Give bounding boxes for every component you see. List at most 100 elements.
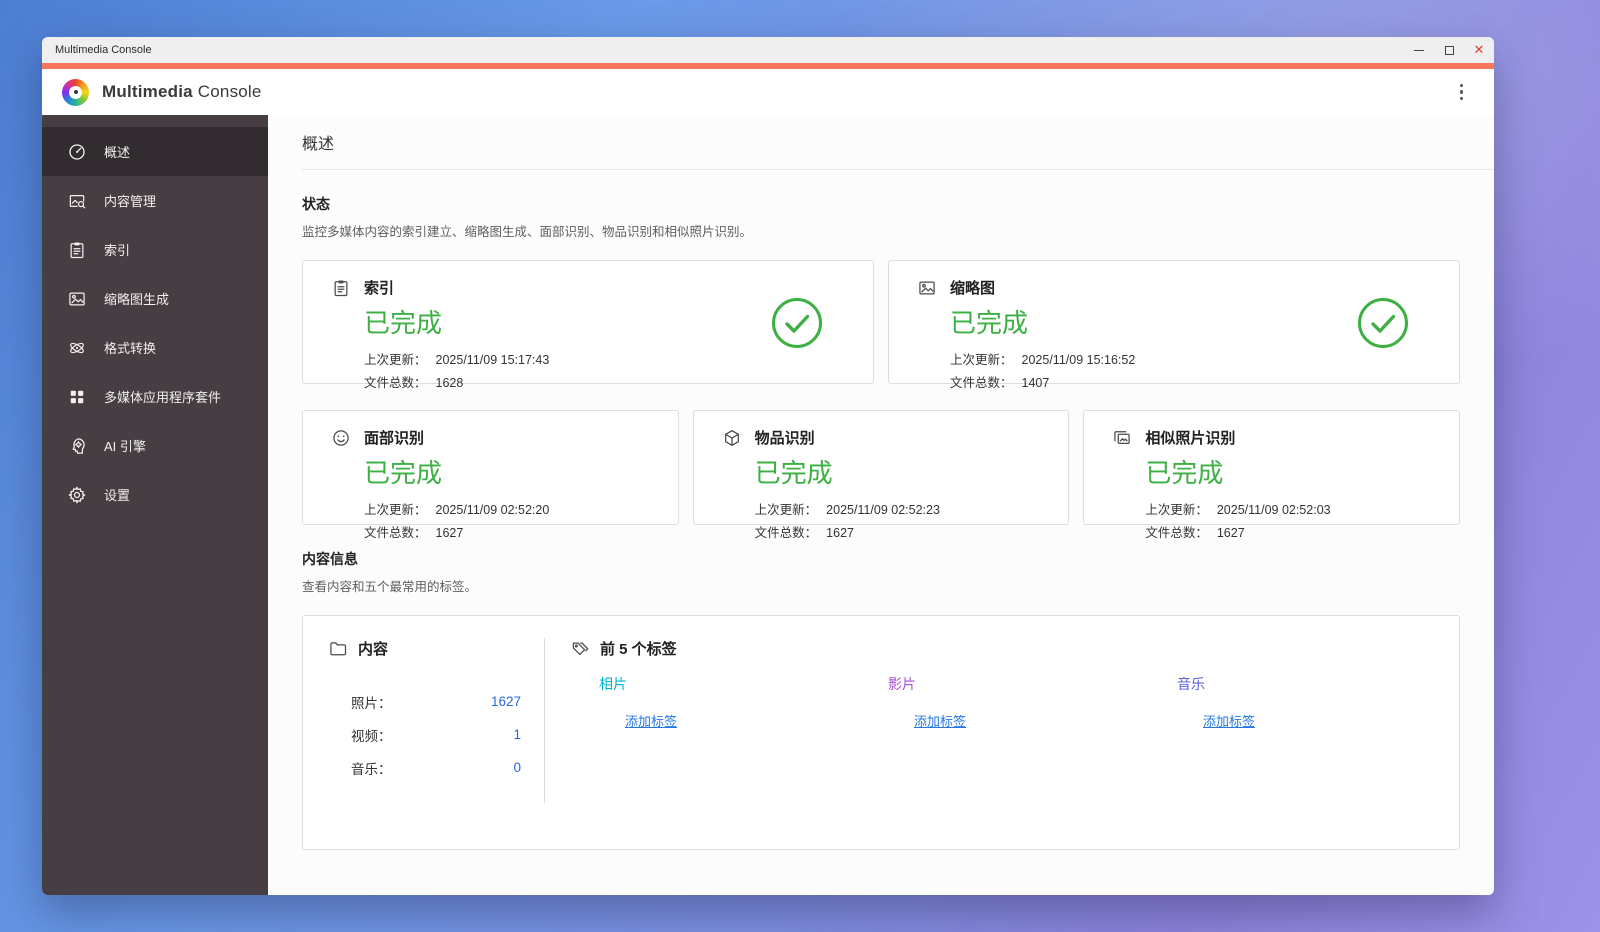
tag-column-photos: 相片 添加标签 [599, 674, 888, 731]
status-cards-row-1: 索引 已完成 上次更新：2025/11/09 15:17:43 文件总数：162… [302, 260, 1460, 384]
window-controls: ✕ [1404, 37, 1494, 63]
card-status: 已完成 [1145, 453, 1330, 490]
card-updated: 上次更新：2025/11/09 15:17:43 [364, 349, 549, 368]
card-status: 已完成 [364, 303, 549, 340]
status-card-thumbnail: 缩略图 已完成 上次更新：2025/11/09 15:16:52 文件总数：14… [888, 260, 1460, 384]
main-content: 概述 状态 监控多媒体内容的索引建立、缩略图生成、面部识别、物品识别和相似照片识… [268, 115, 1494, 895]
gauge-icon [67, 142, 87, 162]
sidebar-item-thumbnail-generation[interactable]: 缩略图生成 [42, 274, 268, 323]
page-title: 概述 [302, 115, 1460, 154]
tags-panel-title: 前 5 个标签 [600, 638, 677, 659]
check-circle-icon [771, 297, 823, 349]
sidebar-item-index[interactable]: 索引 [42, 225, 268, 274]
card-title: 索引 [364, 277, 549, 298]
status-cards-row-2: 面部识别 已完成 上次更新：2025/11/09 02:52:20 文件总数：1… [302, 410, 1460, 525]
content-panel-header: 内容 [328, 638, 544, 659]
card-status: 已完成 [364, 453, 549, 490]
count-value: 1 [513, 727, 521, 742]
sidebar-item-ai-engine[interactable]: AI 引擎 [42, 421, 268, 470]
card-updated: 上次更新：2025/11/09 02:52:03 [1145, 499, 1330, 518]
ai-engine-icon [67, 436, 87, 456]
add-tag-link[interactable]: 添加标签 [914, 711, 966, 730]
minimize-icon [1414, 50, 1424, 51]
tag-column-music: 音乐 添加标签 [1177, 674, 1466, 731]
count-row-music: 音乐： 0 [351, 751, 521, 784]
card-title: 缩略图 [950, 277, 1135, 298]
window-title: Multimedia Console [55, 44, 152, 56]
card-file-count: 文件总数：1627 [755, 522, 940, 541]
sidebar-item-transcoding[interactable]: 格式转换 [42, 323, 268, 372]
sidebar-item-label: 多媒体应用程序套件 [104, 387, 221, 406]
add-tag-link[interactable]: 添加标签 [625, 711, 677, 730]
sidebar: 概述 内容管理 索引 [42, 115, 268, 895]
status-section-subtitle: 监控多媒体内容的索引建立、缩略图生成、面部识别、物品识别和相似照片识别。 [302, 221, 1460, 240]
tags-panel-header: 前 5 个标签 [570, 638, 1466, 659]
maximize-button[interactable] [1434, 37, 1464, 63]
sidebar-item-label: 索引 [104, 240, 130, 259]
sidebar-item-label: 格式转换 [104, 338, 156, 357]
content-info-heading: 内容信息 [302, 549, 1460, 569]
content-info-subtitle: 查看内容和五个最常用的标签。 [302, 576, 1460, 595]
header-divider [302, 169, 1494, 170]
status-card-similar-photo-recognition: 相似照片识别 已完成 上次更新：2025/11/09 02:52:03 文件总数… [1083, 410, 1460, 525]
status-card-object-recognition: 物品识别 已完成 上次更新：2025/11/09 02:52:23 文件总数：1… [693, 410, 1070, 525]
window-titlebar: Multimedia Console ✕ [42, 37, 1494, 63]
tag-category-label: 音乐 [1177, 674, 1466, 694]
sidebar-item-settings[interactable]: 设置 [42, 470, 268, 519]
tag-column-videos: 影片 添加标签 [888, 674, 1177, 731]
sidebar-item-multimedia-app-suite[interactable]: 多媒体应用程序套件 [42, 372, 268, 421]
sidebar-item-overview[interactable]: 概述 [42, 127, 268, 176]
tag-columns: 相片 添加标签 影片 添加标签 音乐 添加标签 [599, 674, 1466, 731]
sidebar-item-label: 设置 [104, 485, 130, 504]
multimedia-console-logo-icon [62, 79, 89, 106]
count-value: 0 [513, 760, 521, 775]
image-icon [67, 289, 87, 309]
content-management-icon [67, 191, 87, 211]
sidebar-item-label: 缩略图生成 [104, 289, 169, 308]
app-title: MultimediaConsole [102, 82, 262, 102]
sidebar-item-label: AI 引擎 [104, 436, 146, 455]
close-button[interactable]: ✕ [1464, 37, 1494, 63]
sidebar-item-content-management[interactable]: 内容管理 [42, 176, 268, 225]
status-card-face-recognition: 面部识别 已完成 上次更新：2025/11/09 02:52:20 文件总数：1… [302, 410, 679, 525]
object-icon [722, 428, 742, 448]
card-updated: 上次更新：2025/11/09 02:52:20 [364, 499, 549, 518]
tag-category-label: 影片 [888, 674, 1177, 694]
card-updated: 上次更新：2025/11/09 02:52:23 [755, 499, 940, 518]
sidebar-item-label: 内容管理 [104, 191, 156, 210]
similar-photos-icon [1112, 428, 1132, 448]
card-file-count: 文件总数：1627 [364, 522, 549, 541]
gear-icon [67, 485, 87, 505]
top-tags-panel: 前 5 个标签 相片 添加标签 影片 添加标签 [545, 616, 1466, 849]
clipboard-icon [331, 278, 351, 298]
kebab-menu-icon[interactable] [1455, 79, 1469, 106]
card-title: 面部识别 [364, 427, 549, 448]
card-updated: 上次更新：2025/11/09 15:16:52 [950, 349, 1135, 368]
transcode-icon [67, 338, 87, 358]
add-tag-link[interactable]: 添加标签 [1203, 711, 1255, 730]
count-row-videos: 视频： 1 [351, 718, 521, 751]
sidebar-item-label: 概述 [104, 142, 130, 161]
content-panel-title: 内容 [358, 638, 388, 659]
card-file-count: 文件总数：1628 [364, 372, 549, 391]
card-file-count: 文件总数：1627 [1145, 522, 1330, 541]
card-status: 已完成 [950, 303, 1135, 340]
minimize-button[interactable] [1404, 37, 1434, 63]
card-status: 已完成 [755, 453, 940, 490]
face-icon [331, 428, 351, 448]
tag-category-label: 相片 [599, 674, 888, 694]
desktop-background: Multimedia Console ✕ MultimediaConsole [0, 0, 1600, 932]
app-title-light: Console [198, 82, 262, 101]
count-value: 1627 [491, 694, 521, 709]
card-title: 物品识别 [755, 427, 940, 448]
image-icon [917, 278, 937, 298]
content-counts: 照片： 1627 视频： 1 音乐： 0 [351, 685, 521, 784]
app-header: MultimediaConsole [42, 69, 1494, 115]
check-circle-icon [1357, 297, 1409, 349]
status-section-heading: 状态 [302, 194, 1460, 214]
maximize-icon [1445, 46, 1454, 55]
count-label: 音乐： [351, 758, 392, 778]
app-grid-icon [67, 387, 87, 407]
card-file-count: 文件总数：1407 [950, 372, 1135, 391]
status-card-index: 索引 已完成 上次更新：2025/11/09 15:17:43 文件总数：162… [302, 260, 874, 384]
